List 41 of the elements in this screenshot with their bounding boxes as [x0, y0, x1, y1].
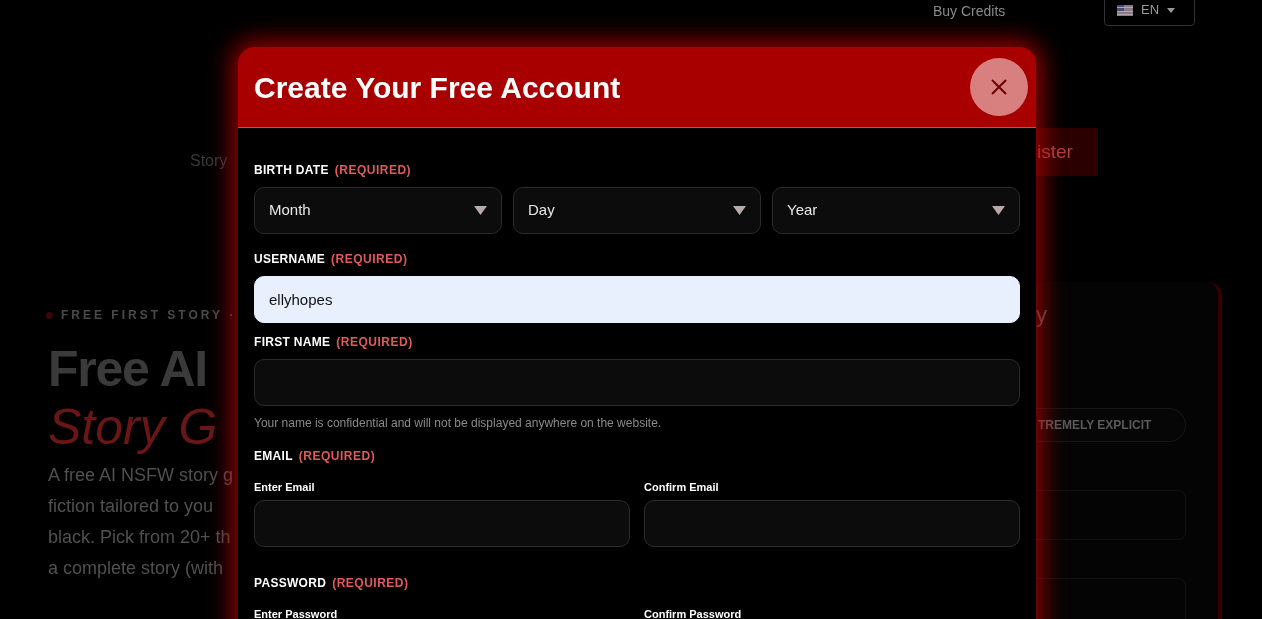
text-field[interactable] [254, 499, 630, 547]
hero-subtitle: Story G [48, 402, 218, 452]
caret-icon [992, 206, 1005, 215]
select-field[interactable]: Day [513, 187, 761, 234]
text-field[interactable] [254, 359, 1020, 406]
field-label: PASSWORD [254, 574, 327, 592]
field-sublabel: Enter Email [254, 480, 316, 495]
buy-credits-link[interactable]: Buy Credits [933, 1, 1006, 22]
field-sublabel: Enter Password [254, 606, 339, 619]
required-marker: (REQUIRED) [332, 574, 409, 592]
required-marker: (REQUIRED) [331, 251, 408, 268]
flag-icon [1117, 4, 1133, 16]
field-label: FIRST NAME [254, 334, 331, 351]
paragraph-line: fiction tailored to you [48, 495, 215, 518]
text-field[interactable]: ellyhopes [254, 276, 1020, 323]
close-button[interactable] [970, 58, 1028, 116]
text-field[interactable] [644, 499, 1020, 547]
modal-title: Create Your Free Account [254, 69, 621, 106]
select-field[interactable]: Month [254, 187, 502, 234]
close-icon [991, 79, 1007, 95]
eyebrow-text: FREE FIRST STORY · [61, 307, 237, 324]
paragraph-line: A free AI NSFW story g [48, 464, 234, 487]
hero-title: Free AI [48, 344, 207, 394]
required-marker: (REQUIRED) [298, 448, 376, 465]
card-heading: y [1036, 301, 1047, 329]
field-label: USERNAME [254, 251, 326, 268]
helper-text: Your name is confidential and will not be displayed anywhere on the website. [254, 415, 663, 432]
caret-icon [474, 206, 487, 215]
required-marker: (REQUIRED) [336, 334, 413, 351]
field-label: BIRTH DATE [254, 162, 329, 179]
required-marker: (REQUIRED) [334, 162, 412, 179]
paragraph-line: a complete story (with [48, 557, 225, 580]
language-label: EN [1141, 1, 1160, 20]
field-label: EMAIL [254, 448, 293, 465]
field-sublabel: Confirm Email [644, 480, 720, 495]
paragraph-line: black. Pick from 20+ th [48, 526, 232, 549]
language-dropdown[interactable]: EN [1104, 0, 1195, 26]
caret-icon [1167, 7, 1176, 13]
caret-icon [733, 206, 746, 215]
select-field[interactable]: Year [772, 187, 1020, 234]
field-sublabel: Confirm Password [644, 606, 743, 619]
